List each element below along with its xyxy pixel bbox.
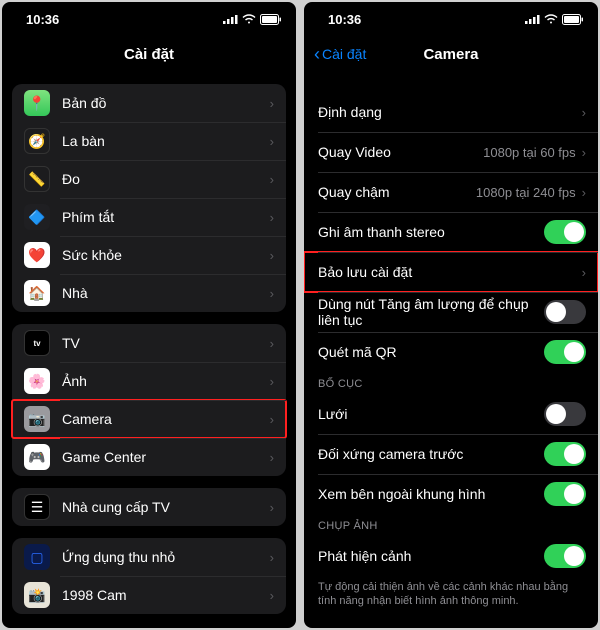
home-icon: 🏠	[24, 280, 50, 306]
camera-section-composition: Lưới Đối xứng camera trước Xem bên ngoài…	[304, 394, 598, 514]
row-stereo-audio: Ghi âm thanh stereo	[304, 212, 598, 252]
chevron-left-icon: ‹	[314, 45, 320, 63]
status-indicators	[223, 14, 282, 25]
compass-icon: 🧭	[24, 128, 50, 154]
camera-section-capture: Phát hiện cảnh	[304, 536, 598, 576]
chevron-right-icon: ›	[270, 500, 274, 515]
status-indicators	[525, 14, 584, 25]
measure-icon: 📏	[24, 166, 50, 192]
row-record-slomo[interactable]: Quay chậm1080p tại 240 fps›	[304, 172, 598, 212]
wifi-icon	[242, 14, 256, 24]
settings-group-2: tvTV› 🌸Ảnh› 📷Camera› 🎮Game Center›	[12, 324, 286, 476]
tvprovider-icon: ☰	[24, 494, 50, 520]
battery-icon	[260, 14, 282, 25]
row-compass[interactable]: 🧭La bàn›	[12, 122, 286, 160]
tv-icon: tv	[24, 330, 50, 356]
row-scene-detection: Phát hiện cảnh	[304, 536, 598, 576]
row-volume-burst: Dùng nút Tăng âm lượng để chụp liên tục	[304, 292, 598, 332]
row-camera[interactable]: 📷Camera›	[12, 400, 286, 438]
chevron-right-icon: ›	[582, 105, 586, 120]
maps-icon: 📍	[24, 90, 50, 116]
toggle-scene-detection[interactable]	[544, 544, 586, 568]
cellular-icon	[525, 14, 540, 24]
row-mirror-front: Đối xứng camera trước	[304, 434, 598, 474]
gamecenter-icon: 🎮	[24, 444, 50, 470]
toggle-stereo-audio[interactable]	[544, 220, 586, 244]
cam1998-icon: 📸	[24, 582, 50, 608]
toggle-view-outside-frame[interactable]	[544, 482, 586, 506]
chevron-right-icon: ›	[270, 210, 274, 225]
row-formats[interactable]: Định dạng›	[304, 92, 598, 132]
chevron-right-icon: ›	[270, 248, 274, 263]
photos-icon: 🌸	[24, 368, 50, 394]
row-preserve-settings[interactable]: Bảo lưu cài đặt›	[304, 252, 598, 292]
row-shortcuts[interactable]: 🔷Phím tắt›	[12, 198, 286, 236]
chevron-right-icon: ›	[270, 286, 274, 301]
chevron-right-icon: ›	[270, 588, 274, 603]
row-grid: Lưới	[304, 394, 598, 434]
battery-icon	[562, 14, 584, 25]
row-home[interactable]: 🏠Nhà›	[12, 274, 286, 312]
chevron-right-icon: ›	[270, 336, 274, 351]
camera-icon: 📷	[24, 406, 50, 432]
chevron-right-icon: ›	[270, 96, 274, 111]
chevron-right-icon: ›	[582, 145, 586, 160]
settings-group-3: ☰Nhà cung cấp TV›	[12, 488, 286, 526]
chevron-right-icon: ›	[582, 265, 586, 280]
settings-group-1: 📍Bản đồ› 🧭La bàn› 📏Đo› 🔷Phím tắt› ❤️Sức …	[12, 84, 286, 312]
toggle-volume-burst[interactable]	[544, 300, 586, 324]
chevron-right-icon: ›	[270, 374, 274, 389]
back-button[interactable]: ‹Cài đặt	[314, 45, 366, 63]
row-maps[interactable]: 📍Bản đồ›	[12, 84, 286, 122]
row-gamecenter[interactable]: 🎮Game Center›	[12, 438, 286, 476]
row-tvprovider[interactable]: ☰Nhà cung cấp TV›	[12, 488, 286, 526]
shortcuts-icon: 🔷	[24, 204, 50, 230]
row-photos[interactable]: 🌸Ảnh›	[12, 362, 286, 400]
camera-settings-screen: 10:36 ‹Cài đặt Camera Định dạng› Quay Vi…	[304, 2, 598, 628]
footer-note: Tự động cải thiện ảnh về các cảnh khác n…	[304, 576, 598, 609]
chevron-right-icon: ›	[270, 412, 274, 427]
chevron-right-icon: ›	[270, 550, 274, 565]
row-health[interactable]: ❤️Sức khỏe›	[12, 236, 286, 274]
settings-screen: 10:36 Cài đặt 📍Bản đồ› 🧭La bàn› 📏Đo› 🔷Ph…	[2, 2, 296, 628]
camera-section-main: Định dạng› Quay Video1080p tại 60 fps› Q…	[304, 92, 598, 372]
row-measure[interactable]: 📏Đo›	[12, 160, 286, 198]
toggle-mirror-front[interactable]	[544, 442, 586, 466]
widget-icon: ▢	[24, 544, 50, 570]
row-scan-qr: Quét mã QR	[304, 332, 598, 372]
page-title: Cài đặt	[124, 46, 174, 63]
row-widget[interactable]: ▢Ứng dụng thu nhỏ›	[12, 538, 286, 576]
page-title: Camera	[423, 46, 478, 63]
cellular-icon	[223, 14, 238, 24]
toggle-scan-qr[interactable]	[544, 340, 586, 364]
status-time: 10:36	[328, 12, 361, 27]
status-bar: 10:36	[304, 2, 598, 36]
chevron-right-icon: ›	[582, 185, 586, 200]
status-bar: 10:36	[2, 2, 296, 36]
wifi-icon	[544, 14, 558, 24]
chevron-right-icon: ›	[270, 450, 274, 465]
nav-bar: Cài đặt	[2, 36, 296, 72]
health-icon: ❤️	[24, 242, 50, 268]
row-1998cam[interactable]: 📸1998 Cam›	[12, 576, 286, 614]
section-header-photo-capture: CHỤP ẢNH	[304, 514, 598, 536]
toggle-grid[interactable]	[544, 402, 586, 426]
chevron-right-icon: ›	[270, 134, 274, 149]
row-record-video[interactable]: Quay Video1080p tại 60 fps›	[304, 132, 598, 172]
section-header-composition: BỐ CỤC	[304, 372, 598, 394]
row-view-outside-frame: Xem bên ngoài khung hình	[304, 474, 598, 514]
row-tv[interactable]: tvTV›	[12, 324, 286, 362]
status-time: 10:36	[26, 12, 59, 27]
chevron-right-icon: ›	[270, 172, 274, 187]
settings-group-4: ▢Ứng dụng thu nhỏ› 📸1998 Cam›	[12, 538, 286, 614]
nav-bar: ‹Cài đặt Camera	[304, 36, 598, 72]
